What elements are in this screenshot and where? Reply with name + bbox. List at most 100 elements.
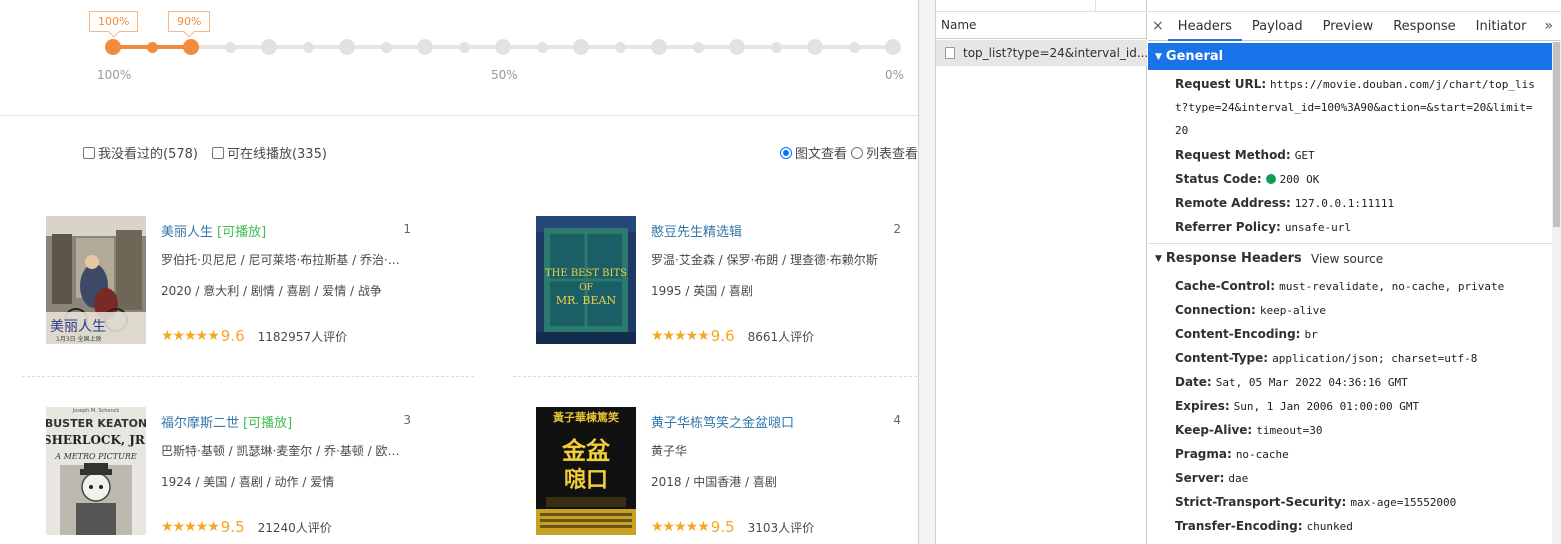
- slider-stop[interactable]: [536, 41, 548, 53]
- panel-splitter[interactable]: [918, 0, 936, 544]
- slider-stop[interactable]: [573, 39, 589, 55]
- rating-range-slider[interactable]: 100% 90% 100% 50% 0%: [0, 0, 918, 116]
- general-section-header[interactable]: ▼ General: [1148, 43, 1552, 70]
- response-header-row: Cache-Control: must-revalidate, no-cache,…: [1175, 274, 1504, 299]
- vote-count: 21240人评价: [257, 520, 332, 535]
- slider-stop[interactable]: [380, 41, 392, 53]
- slider-stop[interactable]: [807, 39, 823, 55]
- response-header-value: dae: [1228, 472, 1249, 485]
- douban-page: 100% 90% 100% 50% 0% 我没看过的(578) 可在线播放(33…: [0, 0, 918, 544]
- view-mode-image-text[interactable]: 图文查看: [780, 143, 847, 162]
- response-header-key: Date:: [1175, 375, 1212, 389]
- slider-stop[interactable]: [614, 41, 626, 53]
- request-url-row: Request URL: https://movie.douban.com/j/…: [1175, 73, 1535, 142]
- document-icon: [945, 47, 955, 59]
- tab-response[interactable]: Response: [1383, 12, 1465, 41]
- view-source-toggle[interactable]: View source: [1311, 247, 1383, 271]
- details-scrollbar[interactable]: [1552, 42, 1561, 544]
- slider-stop[interactable]: [146, 41, 158, 53]
- slider-stop[interactable]: [885, 39, 901, 55]
- vote-count: 8661人评价: [747, 329, 815, 344]
- movie-rating: ★★★★★ 9.6 8661人评价: [651, 327, 814, 345]
- row-divider: [22, 376, 474, 377]
- playable-checkbox[interactable]: [211, 146, 224, 159]
- view-mode-list[interactable]: 列表查看: [851, 143, 918, 162]
- movie-card: 美丽人生 1月3日 全国上映 美丽人生 [可播放] 1 罗伯托·贝尼尼 / 尼可莱…: [46, 216, 426, 346]
- movie-rank: 3: [403, 413, 411, 427]
- slider-label-mid: 50%: [491, 68, 518, 82]
- slider-stop[interactable]: [302, 41, 314, 53]
- movie-rating: ★★★★★ 9.6 1182957人评价: [161, 327, 347, 345]
- list-radio[interactable]: [851, 146, 864, 159]
- movie-meta: 2020 / 意大利 / 剧情 / 喜剧 / 爱情 / 战争: [161, 284, 382, 298]
- slider-stop[interactable]: [651, 39, 667, 55]
- vote-count: 3103人评价: [747, 520, 815, 535]
- movie-title-link[interactable]: 黄子华栋笃笑之金盆𠺘口: [651, 416, 794, 431]
- movie-rank: 2: [893, 222, 901, 236]
- tab-initiator[interactable]: Initiator: [1466, 12, 1537, 41]
- referrer-policy-key: Referrer Policy:: [1175, 220, 1281, 234]
- scrollbar-thumb[interactable]: [1553, 42, 1560, 227]
- tab-headers[interactable]: Headers: [1167, 12, 1242, 41]
- poster-title-text: 美丽人生: [50, 319, 106, 335]
- rating-score: 9.6: [710, 327, 735, 345]
- movie-title-row: 憨豆先生精选辑: [651, 221, 901, 240]
- slider-stop[interactable]: [339, 39, 355, 55]
- referrer-policy-row: Referrer Policy: unsafe-url: [1175, 215, 1351, 240]
- movie-poster[interactable]: Joseph M. Schenck BUSTER KEATON SHERLOCK…: [46, 407, 146, 535]
- tab-preview[interactable]: Preview: [1313, 12, 1384, 41]
- response-header-value: no-cache: [1235, 448, 1289, 461]
- response-headers-section-header[interactable]: ▼ Response Headers: [1155, 247, 1302, 271]
- rating-stars-icon: ★★★★★: [651, 328, 710, 344]
- general-section-title: General: [1165, 49, 1224, 64]
- response-header-row: Keep-Alive: timeout=30: [1175, 418, 1322, 443]
- unwatched-checkbox[interactable]: [83, 146, 95, 159]
- request-url-key: Request URL:: [1175, 77, 1267, 91]
- filter-unwatched[interactable]: 我没看过的(578): [83, 143, 198, 162]
- movie-meta: 1924 / 美国 / 喜剧 / 动作 / 爱情: [161, 475, 335, 489]
- referrer-policy-value: unsafe-url: [1284, 221, 1352, 234]
- playable-badge[interactable]: [可播放]: [243, 416, 292, 431]
- slider-stop[interactable]: [417, 39, 433, 55]
- slider-stop[interactable]: [183, 39, 199, 55]
- response-header-row: Date: Sat, 05 Mar 2022 04:36:16 GMT: [1175, 370, 1408, 395]
- name-column-header[interactable]: Name: [936, 12, 1147, 39]
- slider-badge-right: 90%: [168, 11, 211, 32]
- rating-score: 9.5: [710, 518, 735, 536]
- response-header-value: br: [1304, 328, 1318, 341]
- movie-meta: 2018 / 中国香港 / 喜剧: [651, 475, 777, 489]
- slider-stop[interactable]: [458, 41, 470, 53]
- movie-poster[interactable]: 美丽人生 1月3日 全国上映: [46, 216, 146, 344]
- slider-stop[interactable]: [105, 39, 121, 55]
- slider-stop[interactable]: [495, 39, 511, 55]
- poster-caption: 1月3日 全国上映: [56, 335, 102, 343]
- slider-label-end: 0%: [885, 68, 905, 82]
- close-icon[interactable]: ×: [1148, 18, 1168, 34]
- network-request-row[interactable]: top_list?type=24&interval_id...: [936, 40, 1147, 66]
- expand-triangle-icon: ▼: [1155, 254, 1162, 264]
- rating-score: 9.6: [220, 327, 245, 345]
- playable-badge[interactable]: [可播放]: [217, 225, 266, 240]
- slider-stop[interactable]: [729, 39, 745, 55]
- rating-score: 9.5: [220, 518, 245, 536]
- more-tabs-icon[interactable]: »: [1536, 18, 1561, 34]
- slider-stop[interactable]: [692, 41, 704, 53]
- slider-stop[interactable]: [770, 41, 782, 53]
- slider-stop[interactable]: [848, 41, 860, 53]
- movie-title-link[interactable]: 憨豆先生精选辑: [651, 225, 742, 240]
- filter-playable[interactable]: 可在线播放(335): [211, 143, 327, 162]
- response-header-row: Connection: keep-alive: [1175, 298, 1326, 323]
- movie-rank: 4: [893, 413, 901, 427]
- status-code-row: Status Code: 200 OK: [1175, 167, 1319, 192]
- response-header-key: Content-Encoding:: [1175, 327, 1301, 341]
- movie-card: THE BEST BITS OF MR. BEAN 憨豆先生精选辑 2 罗温·艾…: [536, 216, 916, 346]
- movie-title-link[interactable]: 福尔摩斯二世: [161, 416, 239, 431]
- movie-poster[interactable]: 黃子華棟篤笑 金盆 𠺘口: [536, 407, 636, 535]
- movie-title-link[interactable]: 美丽人生: [161, 225, 213, 240]
- slider-stop[interactable]: [224, 41, 236, 53]
- image-text-radio[interactable]: [780, 146, 792, 159]
- movie-poster[interactable]: THE BEST BITS OF MR. BEAN: [536, 216, 636, 344]
- tab-payload[interactable]: Payload: [1242, 12, 1313, 41]
- response-header-row: Content-Encoding: br: [1175, 322, 1318, 347]
- slider-stop[interactable]: [261, 39, 277, 55]
